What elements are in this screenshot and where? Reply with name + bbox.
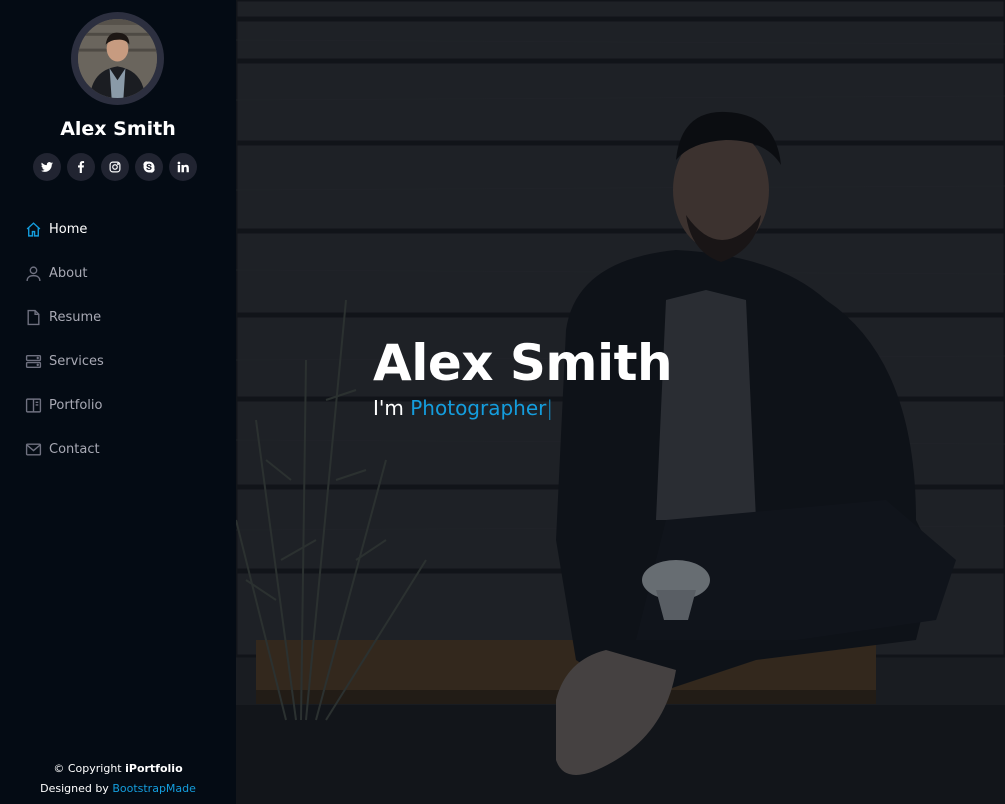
- hero-subtitle-prefix: I'm: [373, 396, 411, 420]
- main-nav: Home About Resume Services Portfolio Con…: [0, 207, 236, 471]
- file-icon: [24, 308, 42, 326]
- nav-item-resume[interactable]: Resume: [0, 295, 236, 339]
- nav-item-contact[interactable]: Contact: [0, 427, 236, 471]
- nav-label-portfolio: Portfolio: [49, 397, 103, 413]
- nav-label-services: Services: [49, 353, 104, 369]
- nav-label-home: Home: [49, 221, 88, 237]
- copyright-prefix: © Copyright: [53, 762, 126, 775]
- sidebar: Alex Smith Home About Resume Services Po…: [0, 0, 236, 804]
- nav-item-about[interactable]: About: [0, 251, 236, 295]
- skype-icon[interactable]: [135, 153, 163, 181]
- nav-item-portfolio[interactable]: Portfolio: [0, 383, 236, 427]
- profile-photo: [78, 19, 157, 98]
- credits: Designed by BootstrapMade: [0, 779, 236, 799]
- instagram-icon[interactable]: [101, 153, 129, 181]
- book-icon: [24, 396, 42, 414]
- credits-prefix: Designed by: [40, 782, 113, 795]
- twitter-icon[interactable]: [33, 153, 61, 181]
- nav-item-home[interactable]: Home: [0, 207, 236, 251]
- copyright-brand: iPortfolio: [125, 762, 183, 775]
- nav-label-about: About: [49, 265, 88, 281]
- typed-text: Photographer: [410, 396, 547, 420]
- hero-section: Alex Smith I'm Photographer|: [236, 0, 1005, 804]
- social-links: [33, 153, 197, 181]
- designer-link[interactable]: BootstrapMade: [112, 782, 196, 795]
- home-icon: [24, 220, 42, 238]
- profile-name: Alex Smith: [60, 118, 176, 140]
- hero-subtitle: I'm Photographer|: [373, 396, 553, 420]
- server-icon: [24, 352, 42, 370]
- hero-title: Alex Smith: [373, 334, 673, 392]
- person-icon: [24, 264, 42, 282]
- typed-cursor: |: [546, 396, 554, 420]
- profile-avatar: [71, 12, 164, 105]
- nav-item-services[interactable]: Services: [0, 339, 236, 383]
- hero-background-image: [236, 0, 1005, 804]
- linkedin-icon[interactable]: [169, 153, 197, 181]
- facebook-icon[interactable]: [67, 153, 95, 181]
- copyright: © Copyright iPortfolio: [0, 759, 236, 779]
- sidebar-footer: © Copyright iPortfolio Designed by Boots…: [0, 759, 236, 799]
- envelope-icon: [24, 440, 42, 458]
- nav-label-resume: Resume: [49, 309, 102, 325]
- nav-label-contact: Contact: [49, 441, 100, 457]
